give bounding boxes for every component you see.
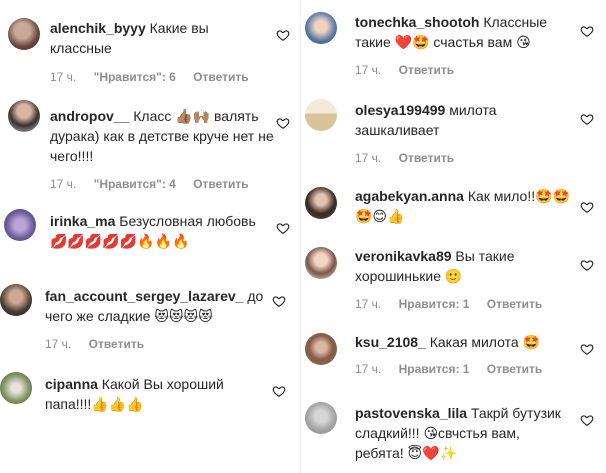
comment-meta: 17 ч. Нравится: 1 Ответить bbox=[355, 362, 556, 376]
heart-icon[interactable] bbox=[276, 28, 290, 42]
comment-time[interactable]: 17 ч. bbox=[50, 70, 76, 84]
comment-time[interactable]: 17 ч. bbox=[50, 177, 76, 191]
reply-button[interactable]: Ответить bbox=[89, 337, 144, 351]
avatar[interactable] bbox=[305, 12, 337, 44]
heart-icon[interactable] bbox=[580, 24, 594, 38]
comment-meta: 17 ч. "Нравится": 6 Ответить bbox=[50, 70, 263, 84]
comment-text: cipanna Какой Вы хороший папа!!!!👍👍👍 bbox=[45, 374, 245, 414]
comment-time[interactable]: 17 ч. bbox=[355, 63, 381, 77]
comment-meta: 17 ч. Нравится: 1 Ответить bbox=[355, 297, 556, 311]
comment-text: fan_account_sergey_lazarev_ до чего же с… bbox=[45, 286, 275, 326]
reply-button[interactable]: Ответить bbox=[487, 297, 542, 311]
comment-username[interactable]: veronikavka89 bbox=[355, 248, 452, 264]
comment-meta: 17 ч. Ответить bbox=[355, 151, 468, 165]
comment-username[interactable]: tonechka_shootoh bbox=[355, 14, 479, 30]
avatar[interactable] bbox=[8, 18, 40, 50]
likes-count[interactable]: Нравится: 1 bbox=[399, 362, 470, 376]
comment-username[interactable]: agabekyan.anna bbox=[355, 188, 464, 204]
comment-body: Какая милота 🤩 bbox=[429, 334, 540, 350]
avatar[interactable] bbox=[0, 372, 32, 404]
avatar[interactable] bbox=[305, 187, 337, 219]
comment-text: tonechka_shootoh Классные такие ❤️🤩 счас… bbox=[355, 12, 555, 52]
reply-button[interactable]: Ответить bbox=[193, 177, 248, 191]
comment-text: alenchik_byyy Какие вы классные bbox=[50, 18, 260, 58]
column-divider bbox=[300, 0, 301, 473]
reply-button[interactable]: Ответить bbox=[487, 362, 542, 376]
heart-icon[interactable] bbox=[580, 342, 594, 356]
comment-username[interactable]: cipanna bbox=[45, 376, 98, 392]
comment-meta: 17 ч. Ответить bbox=[355, 63, 468, 77]
comment-time[interactable]: 17 ч. bbox=[355, 362, 381, 376]
comment-meta: 17 ч. Ответить bbox=[45, 337, 158, 351]
avatar[interactable] bbox=[0, 284, 32, 316]
heart-icon[interactable] bbox=[580, 258, 594, 272]
avatar[interactable] bbox=[305, 333, 337, 365]
comment-text: agabekyan.anna Как мило!!🤩🤩🤩😊👍 bbox=[355, 186, 580, 226]
comment-username[interactable]: pastovenska_lila bbox=[355, 405, 467, 421]
avatar[interactable] bbox=[8, 100, 40, 132]
comment-time[interactable]: 17 ч. bbox=[355, 151, 381, 165]
comment-text: pastovenska_lila Такрй бутузик сладкий!!… bbox=[355, 403, 565, 463]
comment-time[interactable]: 17 ч. bbox=[45, 337, 71, 351]
likes-count[interactable]: Нравится: 1 bbox=[399, 297, 470, 311]
comment-text: andropov__ Класс 👍🏽🙌🏽 валять дурака) как… bbox=[50, 106, 275, 166]
comment-time[interactable]: 17 ч. bbox=[355, 297, 381, 311]
heart-icon[interactable] bbox=[276, 221, 290, 235]
comment-text: irinka_ma Безусловная любовь 💋💋💋💋💋🔥🔥🔥 bbox=[50, 211, 275, 251]
comment-meta: 17 ч. "Нравится": 4 Ответить bbox=[50, 177, 263, 191]
avatar[interactable] bbox=[4, 209, 36, 241]
heart-icon[interactable] bbox=[580, 413, 594, 427]
heart-icon[interactable] bbox=[272, 294, 286, 308]
avatar[interactable] bbox=[305, 402, 337, 434]
heart-icon[interactable] bbox=[276, 116, 290, 130]
comment-text: ksu_2108_ Какая милота 🤩 bbox=[355, 332, 565, 352]
reply-button[interactable]: Ответить bbox=[399, 151, 454, 165]
comment-username[interactable]: ksu_2108_ bbox=[355, 334, 426, 350]
heart-icon[interactable] bbox=[272, 384, 286, 398]
avatar[interactable] bbox=[305, 99, 337, 131]
likes-count[interactable]: "Нравится": 6 bbox=[94, 70, 176, 84]
comment-text: veronikavka89 Вы такие хорошинькие 🙂 bbox=[355, 246, 565, 286]
likes-count[interactable]: "Нравится": 4 bbox=[94, 177, 176, 191]
comment-text: olesya199499 милота зашкаливает bbox=[355, 100, 555, 140]
reply-button[interactable]: Ответить bbox=[399, 63, 454, 77]
avatar[interactable] bbox=[305, 247, 337, 279]
reply-button[interactable]: Ответить bbox=[193, 70, 248, 84]
comment-username[interactable]: fan_account_sergey_lazarev_ bbox=[45, 288, 243, 304]
comment-username[interactable]: olesya199499 bbox=[355, 102, 445, 118]
comment-username[interactable]: andropov__ bbox=[50, 108, 129, 124]
comment-username[interactable]: alenchik_byyy bbox=[50, 20, 146, 36]
comment-username[interactable]: irinka_ma bbox=[50, 213, 115, 229]
heart-icon[interactable] bbox=[580, 112, 594, 126]
heart-icon[interactable] bbox=[580, 200, 594, 214]
